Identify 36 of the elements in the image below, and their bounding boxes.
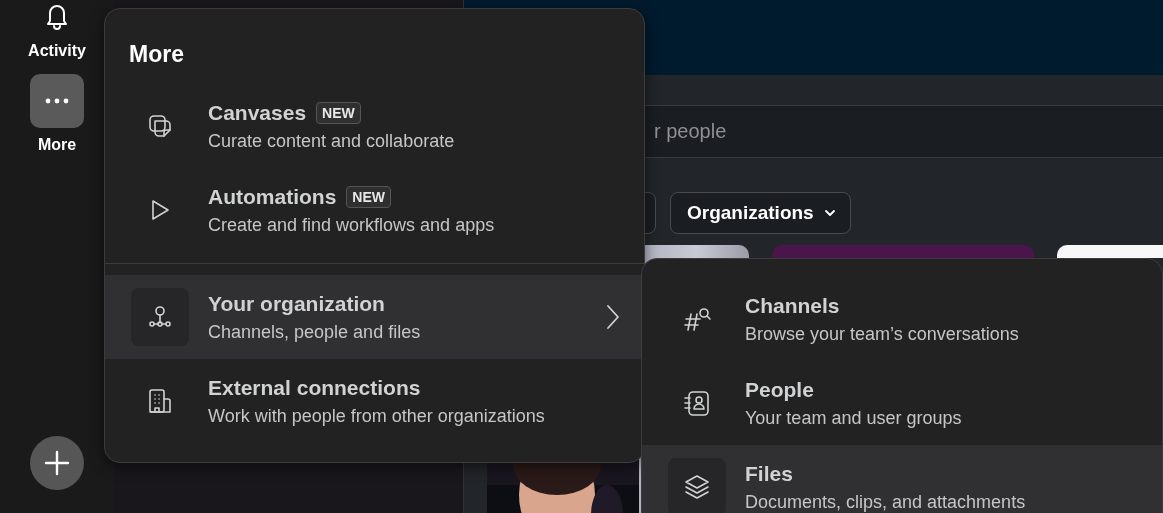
new-badge: NEW: [346, 185, 391, 208]
menu-item-description: Channels, people and files: [208, 321, 422, 343]
menu-item-title: Canvases: [208, 100, 307, 125]
more-icon: [45, 98, 69, 104]
building-icon: [146, 387, 174, 415]
menu-item-title: Automations: [208, 184, 337, 209]
menu-item-title: People: [745, 377, 814, 402]
add-button[interactable]: [30, 436, 84, 490]
menu-item-description: Documents, clips, and attachments: [745, 491, 1027, 513]
hashtag-search-icon: [683, 305, 711, 333]
rail-label: More: [37, 136, 77, 154]
contact-book-icon: [683, 389, 711, 417]
menu-item-description: Work with people from other organizations: [208, 405, 546, 427]
menu-item-description: Your team and user groups: [745, 407, 963, 429]
menu-item[interactable]: Channels Browse your team’s conversations: [642, 277, 1162, 361]
plus-icon: [44, 450, 70, 476]
menu-item[interactable]: People Your team and user groups: [642, 361, 1162, 445]
menu-item-title: Channels: [745, 293, 840, 318]
new-badge: NEW: [316, 101, 361, 124]
menu-item-title: External connections: [208, 375, 421, 400]
organization-icon: [147, 304, 173, 330]
rail-label: Activity: [28, 42, 86, 60]
menu-item[interactable]: Automations NEW Create and find workflows and apps: [105, 168, 644, 252]
menu-item-title: Your organization: [208, 291, 385, 316]
filter-dropdown[interactable]: Organizations: [670, 192, 851, 234]
menu-title: More: [128, 40, 185, 69]
menu-item-description: Create and find workflows and apps: [208, 214, 496, 236]
menu-item[interactable]: External connections Work with people from other organizations: [105, 359, 644, 443]
layers-icon: [683, 473, 711, 501]
menu-item-description: Curate content and collaborate: [208, 130, 456, 152]
chevron-down-icon: [823, 209, 836, 217]
menu-item-description: Browse your team’s conversations: [745, 323, 1020, 345]
menu-item[interactable]: Your organization Channels, people and files: [105, 275, 644, 359]
canvas-icon: [147, 113, 173, 139]
menu-item[interactable]: Files Documents, clips, and attachments: [642, 445, 1162, 513]
menu-item-title: Files: [745, 461, 793, 486]
